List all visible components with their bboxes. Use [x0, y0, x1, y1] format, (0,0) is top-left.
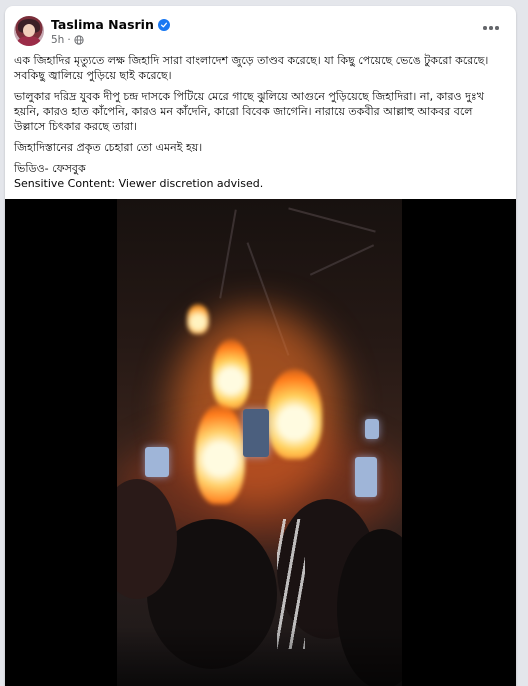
more-options-icon[interactable]	[480, 20, 502, 36]
post-paragraph: জিহাদিস্তানের প্রকৃত চেহারা তো এমনই হয়।	[14, 141, 203, 154]
phone-screen	[243, 409, 269, 457]
post-card: Taslima Nasrin 5h · এক জিহাদির মৃত্যুতে …	[5, 6, 516, 686]
phone-screen	[145, 447, 169, 477]
avatar-face	[23, 24, 35, 37]
verified-badge-icon	[157, 18, 170, 31]
author-line: Taslima Nasrin	[51, 17, 170, 32]
post-media	[5, 199, 516, 686]
post-meta: 5h ·	[51, 34, 84, 46]
flame	[195, 404, 245, 504]
post-paragraph: এক জিহাদির মৃত্যুতে লক্ষ জিহাদি সারা বাং…	[14, 54, 489, 82]
post-text: এক জিহাদির মৃত্যুতে লক্ষ জিহাদি সারা বাং…	[14, 53, 506, 191]
video-source-credit: ভিডিও- ফেসবুক	[14, 162, 86, 175]
flame	[267, 369, 322, 459]
sensitive-content-warning: Sensitive Content: Viewer discretion adv…	[14, 177, 264, 190]
avatar-body	[17, 36, 41, 46]
post-time[interactable]: 5h	[51, 34, 64, 46]
flame	[212, 339, 250, 409]
flame	[187, 304, 209, 334]
more-dot	[489, 26, 493, 30]
more-dot	[495, 26, 499, 30]
more-dot	[483, 26, 487, 30]
meta-separator: ·	[67, 34, 71, 46]
post-video[interactable]	[117, 199, 402, 686]
globe-icon	[74, 35, 84, 45]
video-bottom-shadow	[117, 626, 402, 686]
phone-screen	[355, 457, 377, 497]
post-paragraph: ভালুকার দরিদ্র যুবক দীপু চন্দ্র দাসকে পি…	[14, 90, 484, 133]
phone-screen	[365, 419, 379, 439]
tree-branch	[309, 244, 375, 276]
tree-branch	[219, 209, 237, 299]
author-name[interactable]: Taslima Nasrin	[51, 17, 154, 32]
author-avatar[interactable]	[14, 16, 44, 46]
tree-branch	[288, 207, 376, 233]
post-header: Taslima Nasrin 5h ·	[14, 16, 516, 50]
